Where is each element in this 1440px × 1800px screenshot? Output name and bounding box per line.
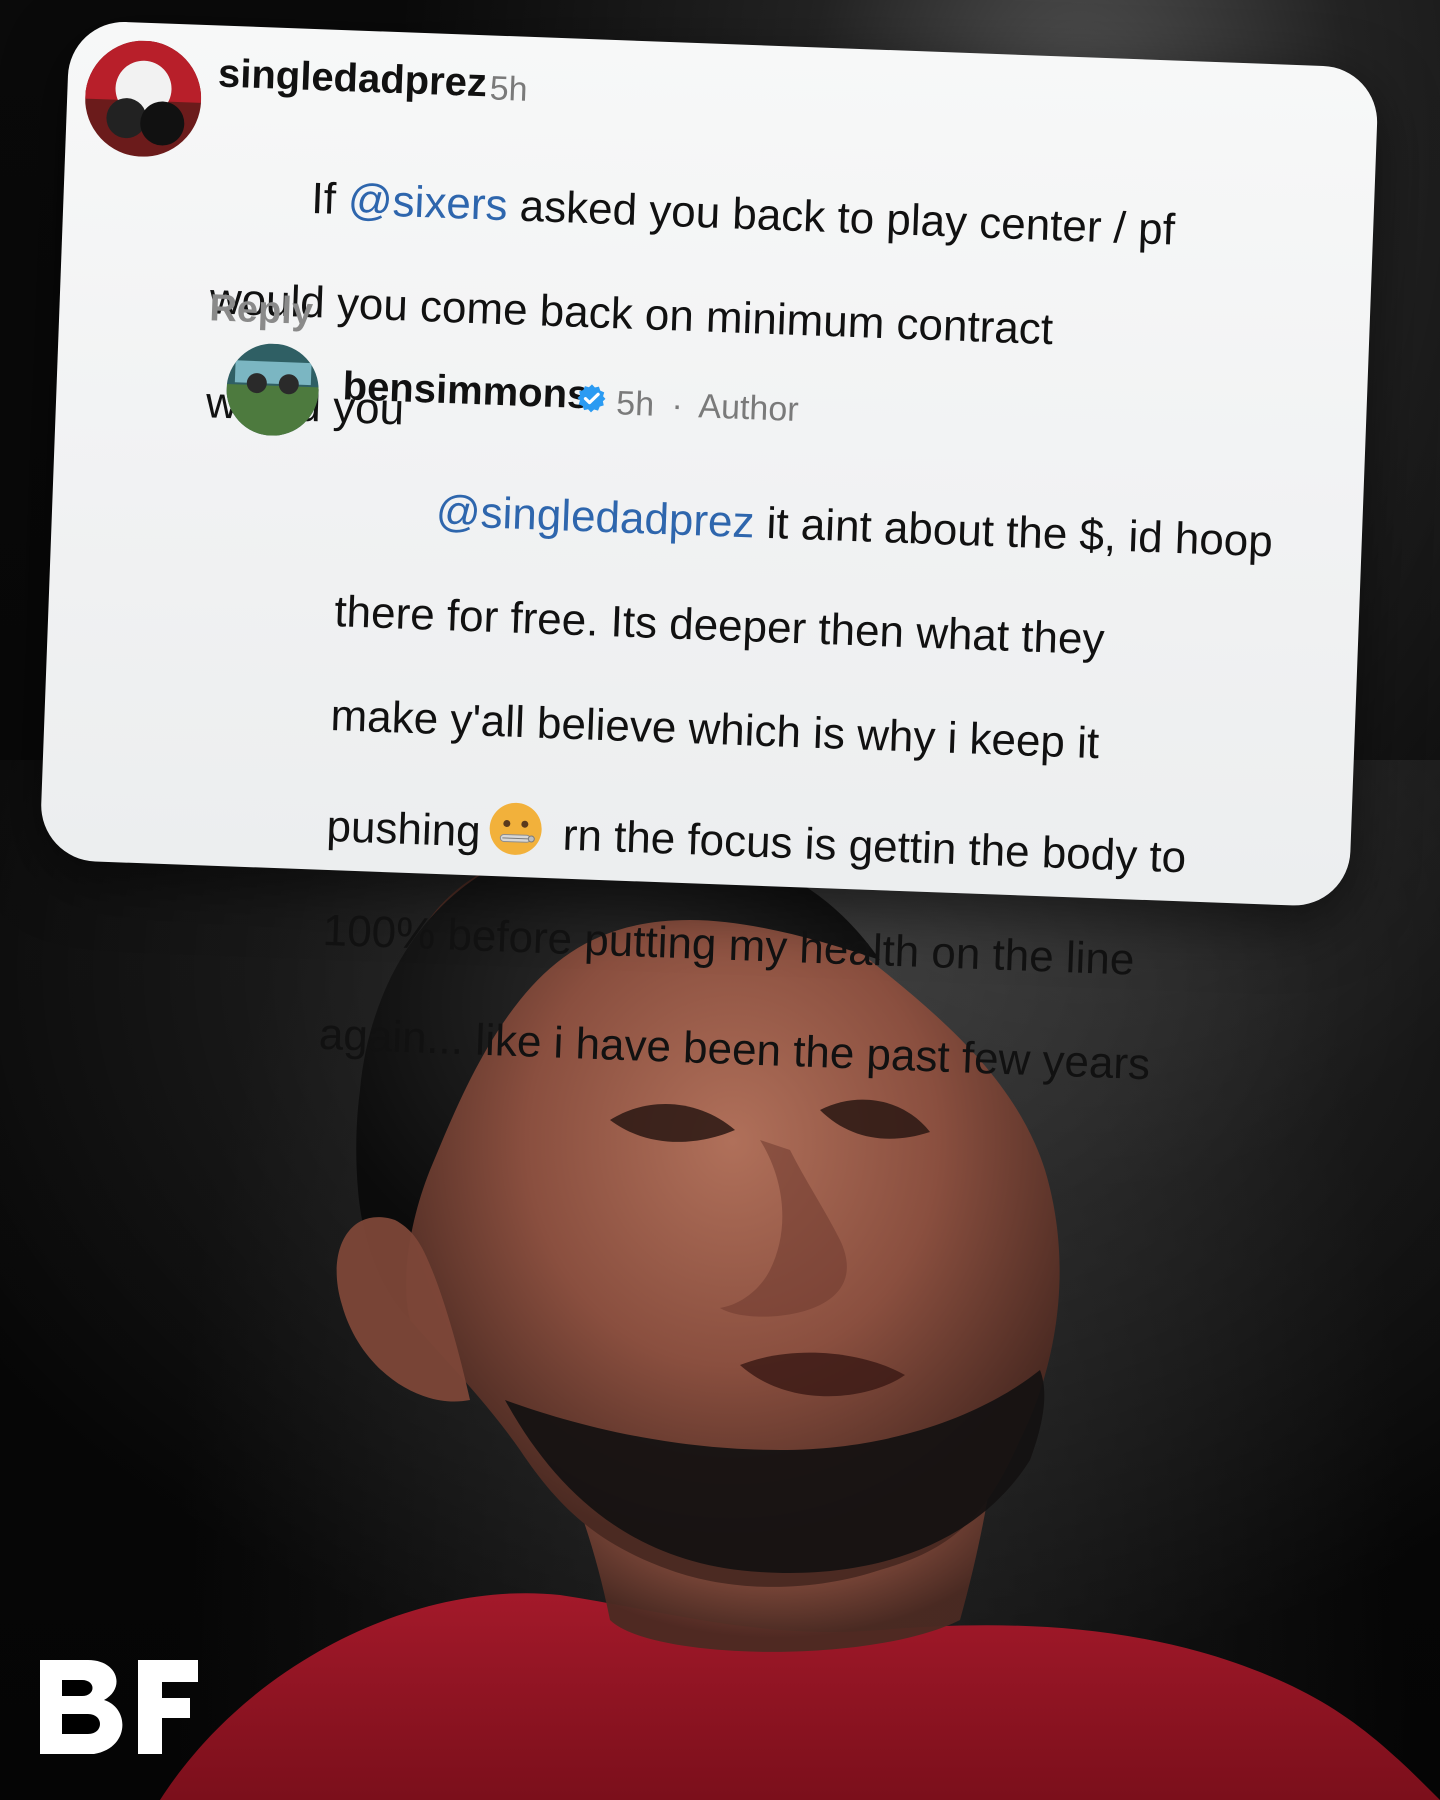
user-avatar-icon <box>83 38 204 159</box>
reply-avatar-icon <box>224 342 321 438</box>
reply-line6: again... like i have been the past few y… <box>318 1009 1151 1090</box>
reply-username[interactable]: bensimmons <box>342 364 590 418</box>
reply-line1-suffix: it aint about the $, id hoop <box>753 498 1274 567</box>
reply-item: bensimmons 5h · Author @singledadprez it… <box>40 310 1369 1089</box>
user-avatar[interactable] <box>83 38 204 159</box>
comment-text-line1-suffix: asked you back to play center / pf <box>506 181 1176 255</box>
zipper-mouth-face-icon <box>489 803 542 856</box>
reply-line2: there for free. Its deeper then what the… <box>333 586 1106 665</box>
comment-card: singledadprez 5h If @sixers asked you ba… <box>39 20 1380 1089</box>
reply-time: 5h <box>615 384 655 424</box>
reply-meta-separator: · <box>670 386 684 425</box>
reply-line4-prefix: pushing <box>325 802 482 857</box>
bf-logo <box>40 1660 198 1754</box>
reply-avatar[interactable] <box>224 342 321 438</box>
page: singledadprez 5h If @sixers asked you ba… <box>0 0 1440 1800</box>
reply-author-label: Author <box>697 387 800 429</box>
comment-text-prefix: If <box>310 173 349 225</box>
comment-username[interactable]: singledadprez <box>217 51 487 106</box>
reply-mention[interactable]: @singledadprez <box>435 487 755 548</box>
reply-meta: 5h · Author <box>616 384 800 430</box>
comment-mention[interactable]: @sixers <box>347 175 508 230</box>
reply-line5: 100% before putting my health on the lin… <box>321 906 1136 985</box>
reply-line3: make y'all believe which is why i keep i… <box>329 690 1101 768</box>
comment-time: 5h <box>489 69 529 109</box>
verified-badge-icon <box>577 384 606 413</box>
reply-text: @singledadprez it aint about the $, id h… <box>316 430 1320 1148</box>
comment-item: singledadprez 5h If @sixers asked you ba… <box>59 20 1379 434</box>
reply-line4-suffix: rn the focus is gettin the body to <box>549 810 1188 883</box>
